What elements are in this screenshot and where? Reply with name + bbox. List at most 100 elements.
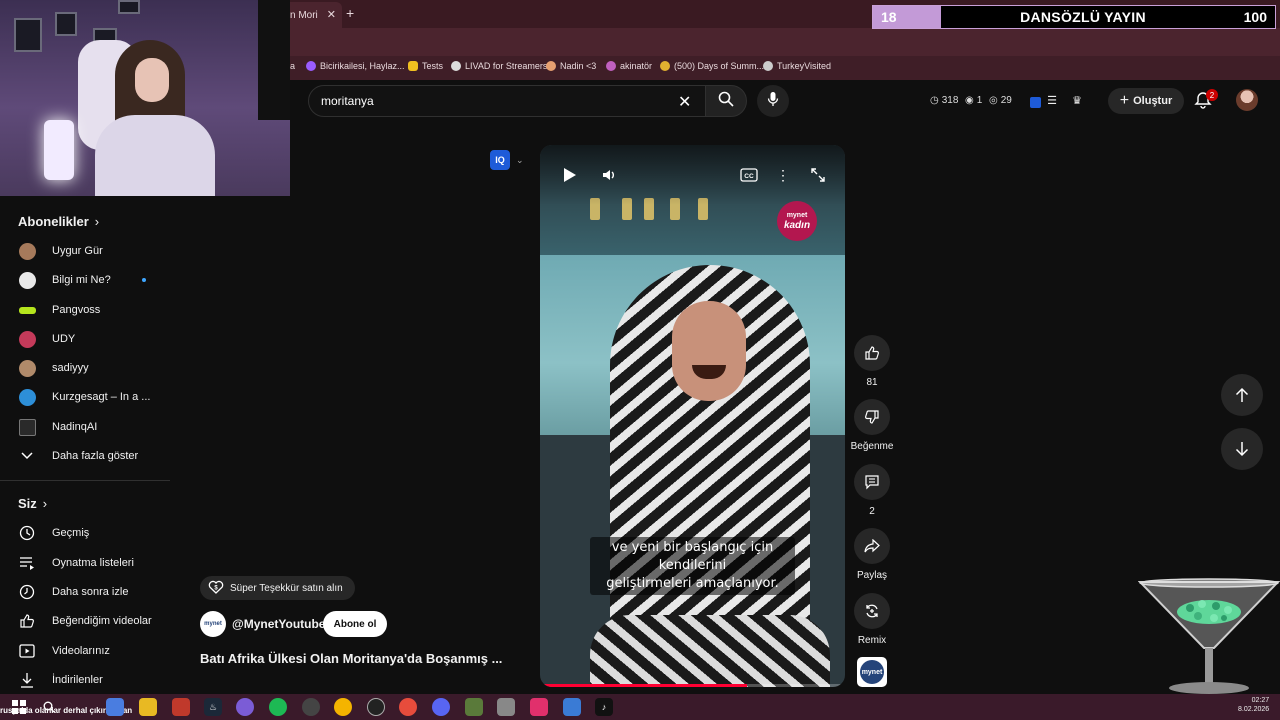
bookmark-item[interactable]: akinatör	[606, 61, 652, 71]
bookmark-item[interactable]: Bicirikailesi, Haylaz...	[306, 61, 405, 71]
subject-face	[672, 301, 746, 401]
windows-start-icon[interactable]	[10, 698, 28, 716]
play-icon[interactable]	[560, 165, 580, 185]
list-icon[interactable]: ☰	[1045, 93, 1059, 107]
video-progress-bar[interactable]	[540, 684, 845, 687]
sidebar-item-liked-videos[interactable]: Beğendiğim videolar	[0, 607, 170, 635]
sidebar-item-sadiyyy[interactable]: sadiyyy	[0, 354, 170, 382]
sidebar-item-label: Daha fazla göster	[52, 450, 139, 462]
subscribe-button[interactable]: Abone ol	[323, 611, 387, 637]
captions-icon[interactable]: CC	[739, 165, 759, 185]
iq-extension-chip[interactable]: IQ ⌄	[490, 150, 524, 170]
share-icon	[864, 539, 880, 553]
chevron-right-icon: ›	[94, 214, 100, 229]
video-subject	[580, 265, 840, 687]
tab-close-icon[interactable]: ✕	[327, 8, 336, 21]
sidebar-item-udy[interactable]: UDY	[0, 325, 170, 353]
bookmark-item[interactable]: (500) Days of Summ...	[660, 61, 764, 71]
file-explorer-icon[interactable]	[139, 698, 157, 716]
comments-button[interactable]	[854, 464, 890, 500]
create-label: Oluştur	[1133, 95, 1173, 107]
video-progress-fill	[540, 684, 748, 687]
sidebar-item-kurzgesagt[interactable]: Kurzgesagt – In a ...	[0, 383, 170, 411]
bookmark-favicon-icon	[451, 61, 461, 71]
bookmark-favicon-icon	[606, 61, 616, 71]
shorts-video-player[interactable]: CC ⋮ mynet kadın ve yeni bir başlangıç i…	[540, 145, 845, 687]
previous-short-button[interactable]	[1221, 374, 1263, 416]
trophy-icon[interactable]: ♛	[1070, 93, 1084, 107]
sidebar-item-pangvoss[interactable]: Pangvoss	[0, 296, 170, 324]
bookmark-item[interactable]: LIVAD for Streamers	[451, 61, 547, 71]
volume-icon[interactable]	[599, 165, 619, 185]
sidebar-item-downloads[interactable]: İndirilenler	[0, 666, 170, 694]
channel-name-link[interactable]: @MynetYoutube	[232, 617, 325, 631]
next-short-button[interactable]	[1221, 428, 1263, 470]
new-tab-button[interactable]: +	[346, 5, 354, 21]
bookmark-favicon-icon	[306, 61, 316, 71]
channel-avatar[interactable]: mynet	[200, 611, 226, 637]
browser-tab[interactable]: n Mori ✕	[284, 2, 342, 28]
clear-search-icon[interactable]: ✕	[678, 92, 691, 112]
search-input[interactable]: moritanya	[308, 85, 706, 117]
search-icon[interactable]	[40, 698, 58, 716]
remix-button[interactable]	[854, 593, 890, 629]
create-button[interactable]: + Oluştur	[1108, 88, 1184, 114]
you-heading[interactable]: Siz ›	[18, 496, 47, 511]
like-button[interactable]	[854, 335, 890, 371]
app-icon[interactable]	[497, 698, 515, 716]
channel-thumbnail-button[interactable]: mynet	[857, 657, 887, 687]
obs-icon[interactable]	[367, 698, 385, 716]
search-button[interactable]	[705, 85, 747, 117]
sidebar-item-your-videos[interactable]: Videolarınız	[0, 637, 170, 665]
voice-search-button[interactable]	[757, 85, 789, 117]
app-icon[interactable]	[106, 698, 124, 716]
sidebar-item-nadinqai[interactable]: NadinqAI	[0, 413, 170, 441]
thumbs-up-icon	[18, 612, 36, 630]
discord-icon[interactable]	[432, 698, 450, 716]
subscriptions-heading[interactable]: Abonelikler ›	[18, 214, 99, 229]
channel-avatar-icon	[18, 388, 36, 406]
sidebar-item-uygur-gur[interactable]: Uygur Gür	[0, 237, 170, 265]
extension-iq-icon[interactable]	[1028, 95, 1042, 109]
subtitle-line: ve yeni bir başlangıç için kendilerini	[611, 540, 774, 573]
app-icon[interactable]	[302, 698, 320, 716]
app-icon[interactable]	[563, 698, 581, 716]
sidebar-item-label: Daha sonra izle	[52, 586, 129, 598]
spotify-icon[interactable]	[269, 698, 287, 716]
bookmark-item[interactable]: TurkeyVisited	[763, 61, 831, 71]
tiktok-icon[interactable]: ♪	[595, 698, 613, 716]
app-icon[interactable]	[172, 698, 190, 716]
video-title[interactable]: Batı Afrika Ülkesi Olan Moritanya'da Boş…	[200, 651, 525, 666]
app-icon[interactable]	[399, 698, 417, 716]
fullscreen-icon[interactable]	[808, 165, 828, 185]
sidebar-item-watch-later[interactable]: Daha sonra izle	[0, 578, 170, 606]
sidebar: Abonelikler › Uygur Gür Bilgi mi Ne? Pan…	[0, 196, 170, 696]
sidebar-item-playlists[interactable]: Oynatma listeleri	[0, 549, 170, 577]
minecraft-icon[interactable]	[465, 698, 483, 716]
app-icon[interactable]	[530, 698, 548, 716]
app-icon[interactable]	[236, 698, 254, 716]
bookmark-item[interactable]: Tests	[408, 61, 443, 71]
share-button[interactable]	[854, 528, 890, 564]
show-more-button[interactable]: Daha fazla göster	[0, 442, 170, 470]
bookmark-item[interactable]: a	[290, 61, 295, 71]
martini-glass-overlay	[1137, 578, 1280, 696]
sidebar-item-label: sadiyyy	[52, 362, 89, 374]
stat-value: 318	[941, 95, 959, 106]
dislike-button[interactable]	[854, 399, 890, 435]
like-count: 81	[866, 377, 878, 388]
sidebar-item-history[interactable]: Geçmiş	[0, 519, 170, 547]
wall-poster	[14, 18, 42, 52]
comments-action: 2	[850, 464, 894, 517]
video-subtitle: ve yeni bir başlangıç için kendilerini g…	[590, 537, 795, 595]
chrome-icon[interactable]	[334, 698, 352, 716]
more-options-icon[interactable]: ⋮	[776, 165, 790, 185]
super-thanks-button[interactable]: $ Süper Teşekkür satın alın	[200, 576, 355, 600]
steam-icon[interactable]: ♨	[204, 698, 222, 716]
bookmark-item[interactable]: Nadin <3	[546, 61, 596, 71]
user-avatar[interactable]	[1236, 89, 1258, 111]
stream-counter-overlay: 18 DANSÖZLÜ YAYIN 100	[872, 5, 1276, 29]
wall-poster	[118, 0, 140, 14]
sidebar-item-bilgi-mi-ne[interactable]: Bilgi mi Ne?	[0, 266, 170, 294]
bookmark-label: TurkeyVisited	[777, 61, 832, 71]
